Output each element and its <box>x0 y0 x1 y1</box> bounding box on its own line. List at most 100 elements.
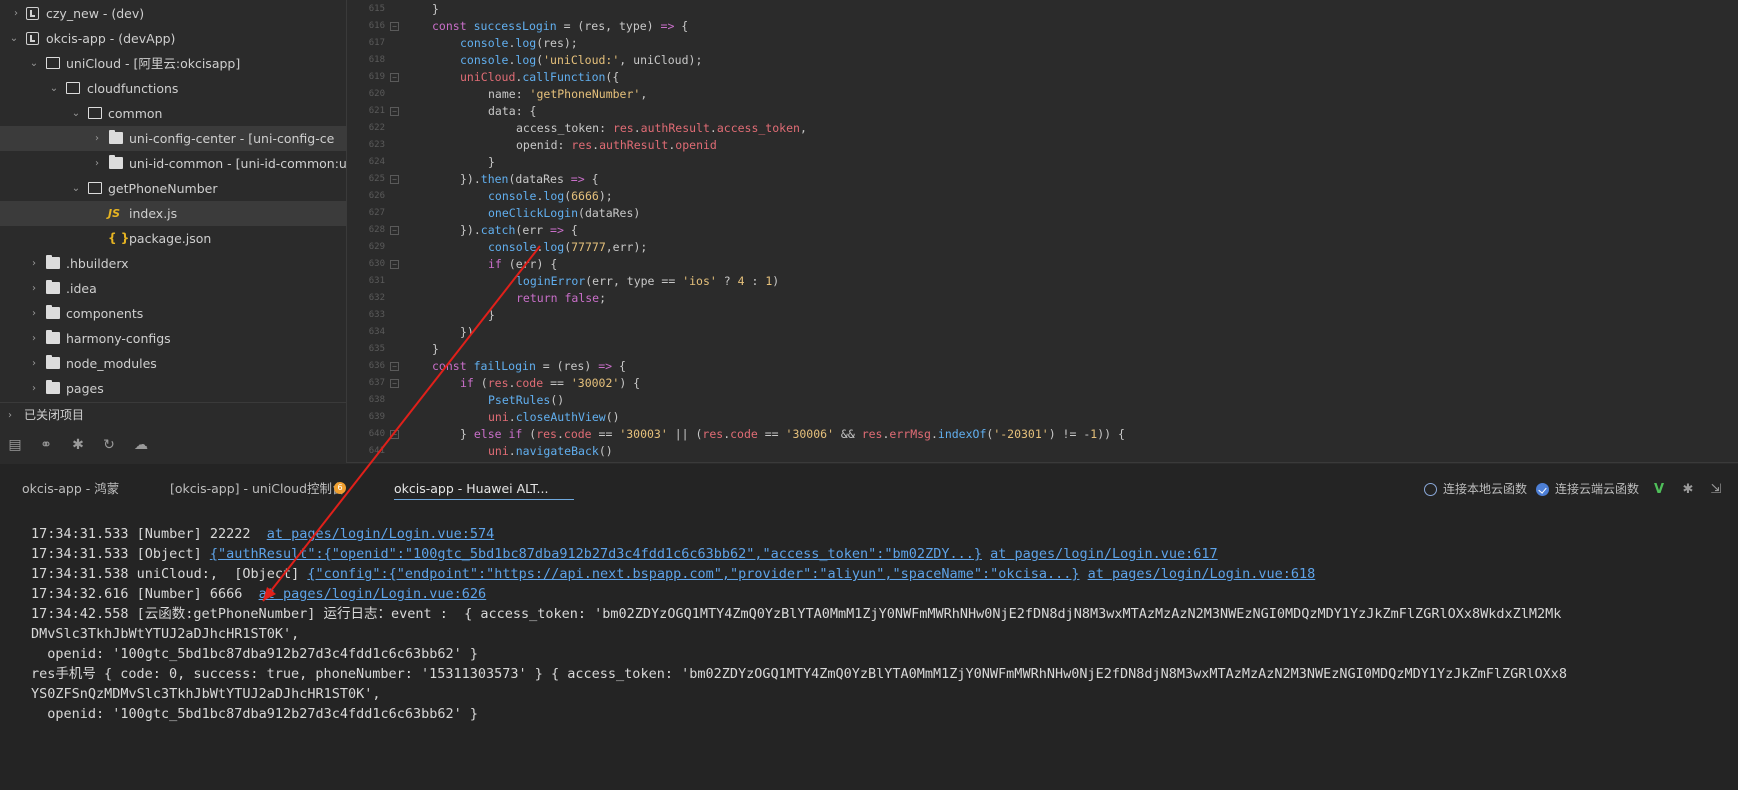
code-line: 635} <box>347 341 1738 358</box>
tree-item-index-js[interactable]: JS index.js <box>0 201 347 226</box>
refresh-icon[interactable]: ↻ <box>100 436 118 454</box>
tree-item-label: getPhoneNumber <box>108 181 218 196</box>
chevron-right-icon[interactable]: › <box>8 403 12 428</box>
fold-toggle-icon[interactable]: − <box>390 430 399 439</box>
code-line: 641 uni.navigateBack() <box>347 443 1738 460</box>
console-line: 17:34:42.558 [云函数:getPhoneNumber] 运行日志：e… <box>31 606 1562 622</box>
folder-open-icon <box>66 82 80 94</box>
tree-item-label: package.json <box>129 231 212 246</box>
code-line: 621− data: { <box>347 103 1738 120</box>
tab-harmony[interactable]: okcis-app - 鸿蒙 <box>22 478 119 500</box>
export-icon[interactable]: ⇲ <box>1708 482 1724 498</box>
chevron-down-icon[interactable]: ⌄ <box>48 76 60 101</box>
code-line: 629 console.log(77777,err); <box>347 239 1738 256</box>
tree-item-pages[interactable]: › pages <box>0 376 347 401</box>
tree-item-common[interactable]: ⌄ common <box>0 101 347 126</box>
folder-open-icon <box>88 182 102 194</box>
folder-icon <box>46 255 60 269</box>
chevron-right-icon[interactable]: › <box>28 351 40 376</box>
chevron-right-icon[interactable]: › <box>28 376 40 401</box>
chevron-right-icon[interactable]: › <box>28 276 40 301</box>
chevron-down-icon[interactable]: ⌄ <box>70 176 82 201</box>
line-number: 633 <box>368 310 385 320</box>
cloud-sync-icon[interactable]: ☁ <box>132 436 150 454</box>
line-number: 624 <box>368 157 385 167</box>
vue-icon[interactable]: V <box>1651 482 1667 498</box>
tree-item-okcis-app[interactable]: ⌄ okcis-app - (devApp) <box>0 26 347 51</box>
tree-item-label: czy_new - (dev) <box>46 6 145 21</box>
tree-item-label: uni-id-common - [uni-id-common:uni <box>129 156 347 171</box>
console-tabs: okcis-app - 鸿蒙 [okcis-app] - uniCloud控制台… <box>0 464 1738 510</box>
source-link[interactable]: at pages/login/Login.vue:626 <box>259 586 487 602</box>
object-preview-link[interactable]: {"authResult":{"openid":"100gtc_5bd1bc87… <box>210 546 982 562</box>
fold-toggle-icon[interactable]: − <box>390 175 399 184</box>
code-line: 625−}).then(dataRes => { <box>347 171 1738 188</box>
tree-item-label: uniCloud - [阿里云:okcisapp] <box>66 56 241 71</box>
object-preview-link[interactable]: {"config":{"endpoint":"https://api.next.… <box>307 566 1079 582</box>
tab-unicloud-console[interactable]: [okcis-app] - uniCloud控制台 <box>170 478 345 500</box>
fold-toggle-icon[interactable]: − <box>390 379 399 388</box>
binoculars-icon[interactable]: ⚭ <box>37 436 55 454</box>
line-number: 637 <box>368 378 385 388</box>
folder-icon <box>46 355 60 369</box>
tree-item-cloudfunctions[interactable]: ⌄ cloudfunctions <box>0 76 347 101</box>
closed-projects-section[interactable]: › 已关闭项目 <box>0 402 347 427</box>
code-line: 622 access_token: res.authResult.access_t… <box>347 120 1738 137</box>
chevron-right-icon[interactable]: › <box>91 126 103 151</box>
tree-item-hbuilderx[interactable]: › .hbuilderx <box>0 251 347 276</box>
tree-item-components[interactable]: › components <box>0 301 347 326</box>
tree-item-czy-new[interactable]: › czy_new - (dev) <box>0 1 347 26</box>
source-link[interactable]: at pages/login/Login.vue:617 <box>990 546 1218 562</box>
tree-item-node-modules[interactable]: › node_modules <box>0 351 347 376</box>
line-number: 634 <box>368 327 385 337</box>
radio-checked-icon[interactable] <box>1536 483 1549 496</box>
tree-item-idea[interactable]: › .idea <box>0 276 347 301</box>
code-line: 626 console.log(6666); <box>347 188 1738 205</box>
tree-item-uni-config-center[interactable]: › uni-config-center - [uni-config-ce <box>0 126 347 151</box>
line-number: 628 <box>368 225 385 235</box>
chevron-down-icon[interactable]: ⌄ <box>8 26 20 51</box>
line-number: 616 <box>368 21 385 31</box>
line-number: 627 <box>368 208 385 218</box>
source-link[interactable]: at pages/login/Login.vue:574 <box>267 526 495 542</box>
source-link[interactable]: at pages/login/Login.vue:618 <box>1088 566 1316 582</box>
tree-item-unicloud[interactable]: ⌄ uniCloud - [阿里云:okcisapp] <box>0 51 347 76</box>
fold-toggle-icon[interactable]: − <box>390 73 399 82</box>
closed-projects-label: 已关闭项目 <box>24 408 85 422</box>
tree-item-uni-id-common[interactable]: › uni-id-common - [uni-id-common:uni <box>0 151 347 176</box>
line-number: 630 <box>368 259 385 269</box>
folder-icon <box>46 280 60 294</box>
tree-item-package-json[interactable]: { } package.json <box>0 226 347 251</box>
fold-toggle-icon[interactable]: − <box>390 260 399 269</box>
chevron-right-icon[interactable]: › <box>91 151 103 176</box>
bug-icon[interactable]: ✱ <box>1680 482 1696 498</box>
console-line: 17:34:31.533 [Number] 22222 at pages/log… <box>31 526 495 542</box>
tab-huawei-device[interactable]: okcis-app - Huawei ALT... <box>394 478 574 500</box>
chevron-right-icon[interactable]: › <box>28 251 40 276</box>
code-line: 624} <box>347 154 1738 171</box>
code-line: 617 console.log(res); <box>347 35 1738 52</box>
tree-item-harmony-configs[interactable]: › harmony-configs <box>0 326 347 351</box>
folder-icon <box>46 305 60 319</box>
fold-toggle-icon[interactable]: − <box>390 107 399 116</box>
fold-toggle-icon[interactable]: − <box>390 22 399 31</box>
chevron-right-icon[interactable]: › <box>10 1 22 26</box>
sidebar-toolbar: ▤ ⚭ ✱ ↻ ☁ <box>0 430 347 460</box>
chevron-down-icon[interactable]: ⌄ <box>70 101 82 126</box>
explorer-icon[interactable]: ▤ <box>6 436 24 454</box>
project-explorer: › czy_new - (dev) ⌄ okcis-app - (devApp)… <box>0 0 347 463</box>
tree-item-label: common <box>108 106 163 121</box>
line-number: 639 <box>368 412 385 422</box>
radio-unchecked-icon[interactable] <box>1424 483 1437 496</box>
bug-icon[interactable]: ✱ <box>69 436 87 454</box>
chevron-right-icon[interactable]: › <box>28 301 40 326</box>
code-line: 627 oneClickLogin(dataRes) <box>347 205 1738 222</box>
fold-toggle-icon[interactable]: − <box>390 226 399 235</box>
chevron-down-icon[interactable]: ⌄ <box>28 51 40 76</box>
chevron-right-icon[interactable]: › <box>28 326 40 351</box>
code-editor[interactable]: 615} 616− const successLogin = (res, type… <box>347 0 1738 463</box>
code-line: 620 name: 'getPhoneNumber', <box>347 86 1738 103</box>
fold-toggle-icon[interactable]: − <box>390 362 399 371</box>
line-number: 617 <box>368 38 385 48</box>
tree-item-getphonenumber[interactable]: ⌄ getPhoneNumber <box>0 176 347 201</box>
